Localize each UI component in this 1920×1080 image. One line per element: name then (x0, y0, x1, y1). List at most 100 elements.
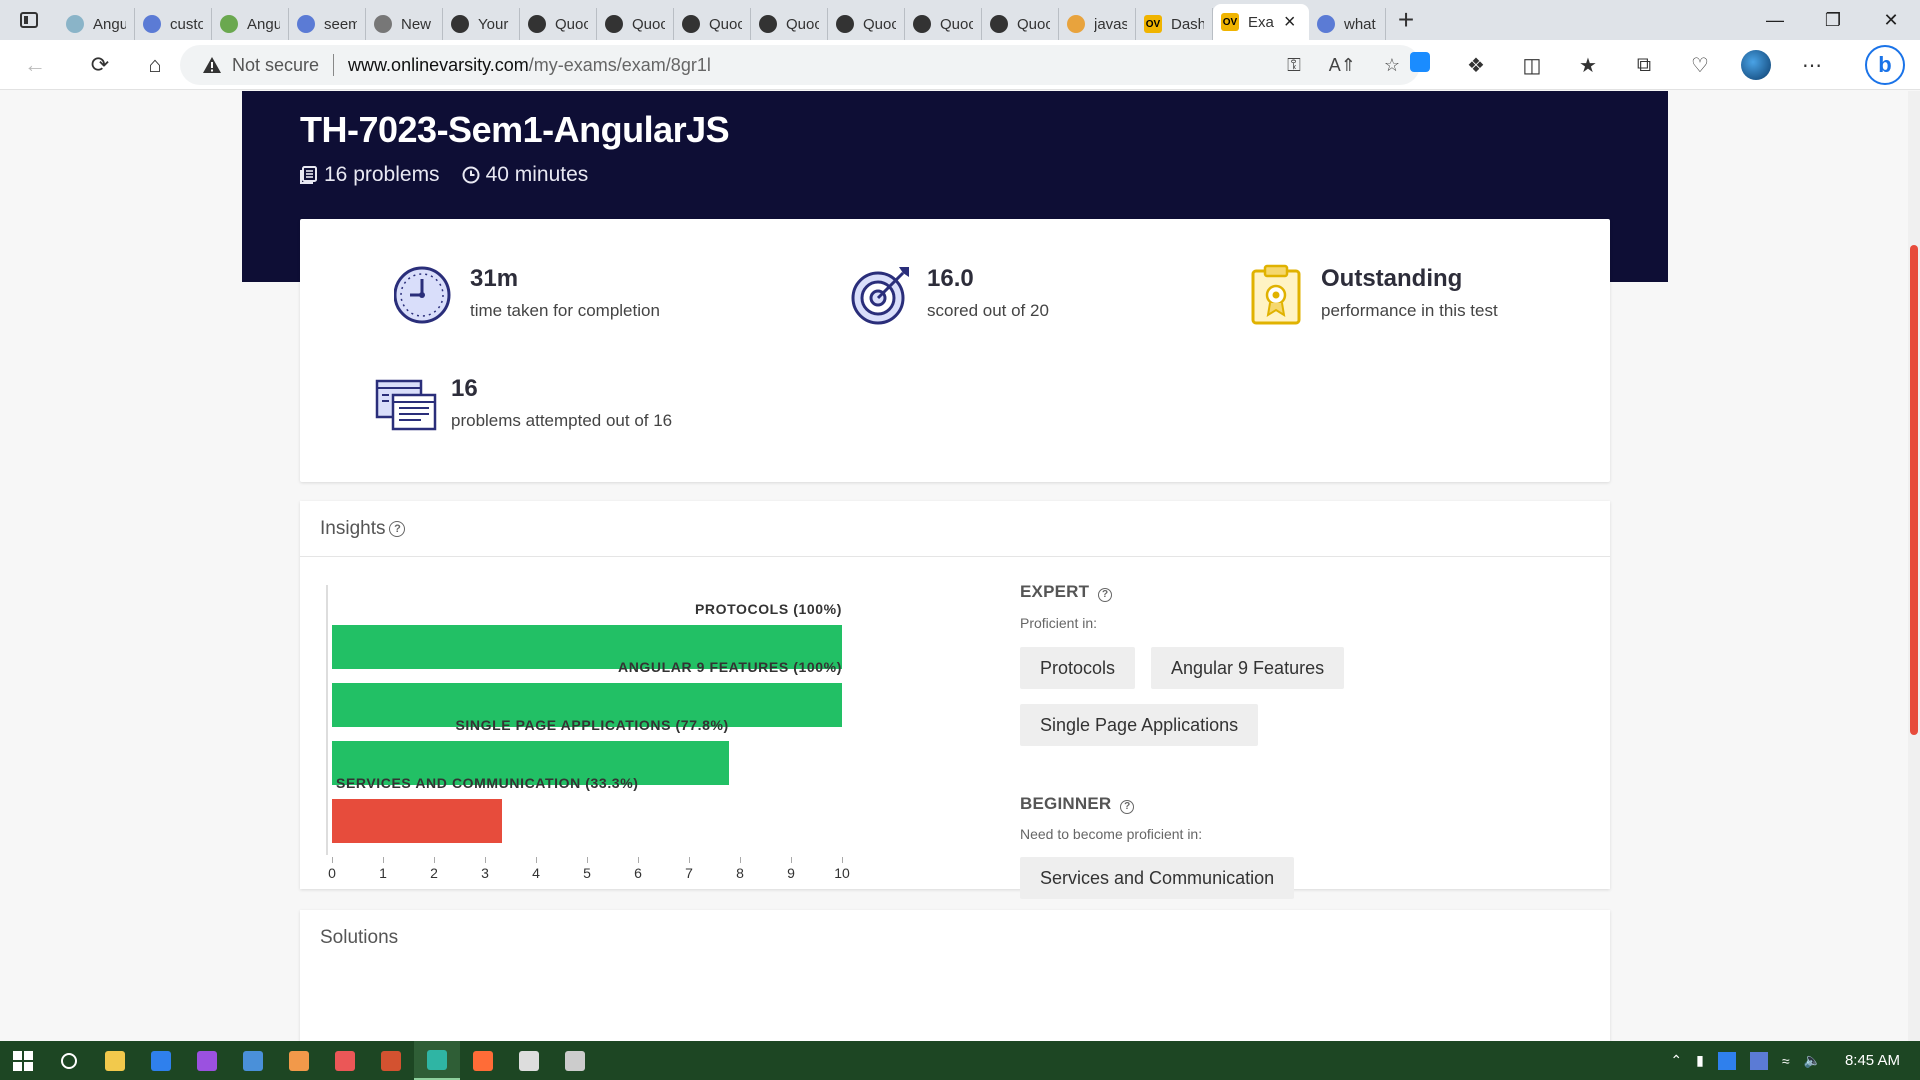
chart-tick-label: 0 (328, 865, 336, 881)
beginner-help-icon[interactable]: ? (1120, 799, 1135, 814)
chart-tick-mark (842, 857, 843, 863)
taskbar-search-button[interactable] (46, 1041, 92, 1080)
problems-attempted-icon (375, 379, 437, 431)
chart-bar-label: SINGLE PAGE APPLICATIONS (77.8%) (455, 717, 729, 733)
collections-icon[interactable]: ⧉ (1629, 54, 1659, 77)
home-button[interactable]: ⌂ (130, 45, 180, 85)
browser-tab[interactable]: OV Dashbo (1136, 8, 1213, 40)
taskbar-vscode-button[interactable] (138, 1041, 184, 1080)
expert-help-icon[interactable]: ? (1098, 587, 1113, 602)
tab-title: seemin (324, 15, 357, 33)
tray-app-icon[interactable] (1717, 1051, 1736, 1070)
browser-tab[interactable]: Quocar (982, 8, 1059, 40)
tab-title: what p (1344, 15, 1377, 33)
tab-title: Angula (247, 15, 280, 33)
chart-tick-mark (434, 857, 435, 863)
profile-avatar[interactable] (1741, 50, 1771, 80)
favorites-icon[interactable]: ★ (1573, 53, 1603, 78)
tab-title: Quocar (863, 15, 896, 33)
chart-bar[interactable] (332, 799, 502, 843)
taskbar-photos-button[interactable] (552, 1041, 598, 1080)
clock-icon (462, 166, 480, 184)
chart-bar-label: PROTOCOLS (100%) (694, 601, 842, 617)
browser-tab[interactable]: Quocar (751, 8, 828, 40)
stopwatch-icon (394, 266, 451, 324)
beginner-chip: Services and Communication (1020, 857, 1295, 899)
close-tab-icon[interactable]: × (1284, 11, 1296, 34)
extension-drop-icon[interactable] (1405, 52, 1435, 78)
chart-tick-label: 2 (430, 865, 438, 881)
performance-value: Outstanding (1321, 265, 1463, 292)
taskbar-clock[interactable]: 8:45 AM (1845, 1052, 1900, 1069)
tab-title: Quocar (709, 15, 742, 33)
browser-tab[interactable]: New ta (366, 8, 443, 40)
split-screen-icon[interactable]: ◫ (1517, 53, 1547, 78)
tab-favicon-icon (605, 15, 623, 33)
tab-actions-button[interactable] (0, 0, 58, 40)
window-controls: — ❐ ✕ (1746, 10, 1920, 31)
refresh-button[interactable]: ⟳ (75, 45, 125, 85)
address-bar[interactable]: Not secure www.onlinevarsity.com/my-exam… (180, 45, 1420, 85)
taskbar-python-button[interactable] (230, 1041, 276, 1080)
close-window-icon[interactable]: ✕ (1862, 10, 1920, 31)
stat-time: 31m time taken for completion (394, 263, 660, 325)
browser-tab[interactable]: Quocar (674, 8, 751, 40)
minimize-icon[interactable]: — (1746, 10, 1804, 31)
taskbar-visual-studio-button[interactable] (184, 1041, 230, 1080)
browser-tab[interactable]: Angula (212, 8, 289, 40)
bing-copilot-icon[interactable]: b (1865, 45, 1905, 85)
edge-icon (427, 1049, 447, 1070)
volume-icon[interactable]: 🔈 (1804, 1052, 1821, 1069)
address-bar-icons: ⚿ A⇑ ☆ (1287, 55, 1400, 76)
browser-tab[interactable]: Quocar (597, 8, 674, 40)
read-aloud-icon[interactable]: A⇑ (1329, 55, 1356, 76)
browser-tab-active[interactable]: OV Exa × (1213, 4, 1309, 40)
restore-icon[interactable]: ❐ (1804, 10, 1862, 31)
tray-app-icon[interactable] (1749, 1051, 1768, 1070)
browser-tab[interactable]: Quocar (828, 8, 905, 40)
browser-tab[interactable]: Angula (58, 8, 135, 40)
start-button[interactable] (0, 1041, 46, 1080)
file-explorer-icon (105, 1050, 125, 1071)
insights-help-icon[interactable]: ? (389, 520, 406, 537)
extensions-puzzle-icon[interactable]: ❖ (1461, 53, 1491, 78)
browser-tab[interactable]: Quocar (905, 8, 982, 40)
taskbar-settings-button[interactable] (506, 1041, 552, 1080)
tab-actions-icon (20, 12, 38, 28)
problems-count: 16 problems (324, 163, 440, 186)
key-icon[interactable]: ⚿ (1287, 55, 1301, 76)
back-button[interactable]: ← (10, 45, 60, 85)
new-tab-button[interactable]: + (1386, 4, 1426, 36)
browser-essentials-icon[interactable]: ♡ (1685, 53, 1715, 78)
browser-tab[interactable]: Quocar (520, 8, 597, 40)
search-icon (61, 1052, 77, 1069)
url-host: www.onlinevarsity.com (348, 54, 529, 75)
tab-favicon-icon (220, 15, 238, 33)
tray-chevron-icon[interactable]: ⌃ (1670, 1052, 1682, 1069)
taskbar-brave-button[interactable] (322, 1041, 368, 1080)
sublime-icon (289, 1050, 309, 1071)
browser-tab[interactable]: javascr (1059, 8, 1136, 40)
not-secure-label[interactable]: Not secure (232, 55, 319, 76)
browser-tab[interactable]: custon (135, 8, 212, 40)
scrollbar-thumb[interactable] (1910, 245, 1918, 735)
taskbar-edge-button[interactable] (414, 1041, 460, 1080)
taskbar-postman-button[interactable] (460, 1041, 506, 1080)
windows-logo-icon (13, 1050, 33, 1071)
browser-tab[interactable]: Your Re (443, 8, 520, 40)
taskbar-powerpoint-button[interactable] (368, 1041, 414, 1080)
taskbar-file-explorer-button[interactable] (92, 1041, 138, 1080)
chart-tick-mark (638, 857, 639, 863)
address-toolbar: ← ⟳ ⌂ Not secure www.onlinevarsity.com/m… (0, 40, 1920, 90)
expert-title: EXPERT (1020, 582, 1090, 601)
more-menu-icon[interactable]: ⋯ (1797, 53, 1827, 78)
wifi-icon[interactable]: ≈ (1782, 1053, 1790, 1069)
favorite-star-icon[interactable]: ☆ (1384, 55, 1400, 76)
browser-tab[interactable]: what p (1309, 8, 1386, 40)
tab-favicon-icon (66, 15, 84, 33)
browser-tab[interactable]: seemin (289, 8, 366, 40)
expert-chip: Single Page Applications (1020, 704, 1259, 746)
chart-tick-mark (740, 857, 741, 863)
taskbar-sublime-button[interactable] (276, 1041, 322, 1080)
battery-icon[interactable]: ▮ (1696, 1052, 1704, 1069)
